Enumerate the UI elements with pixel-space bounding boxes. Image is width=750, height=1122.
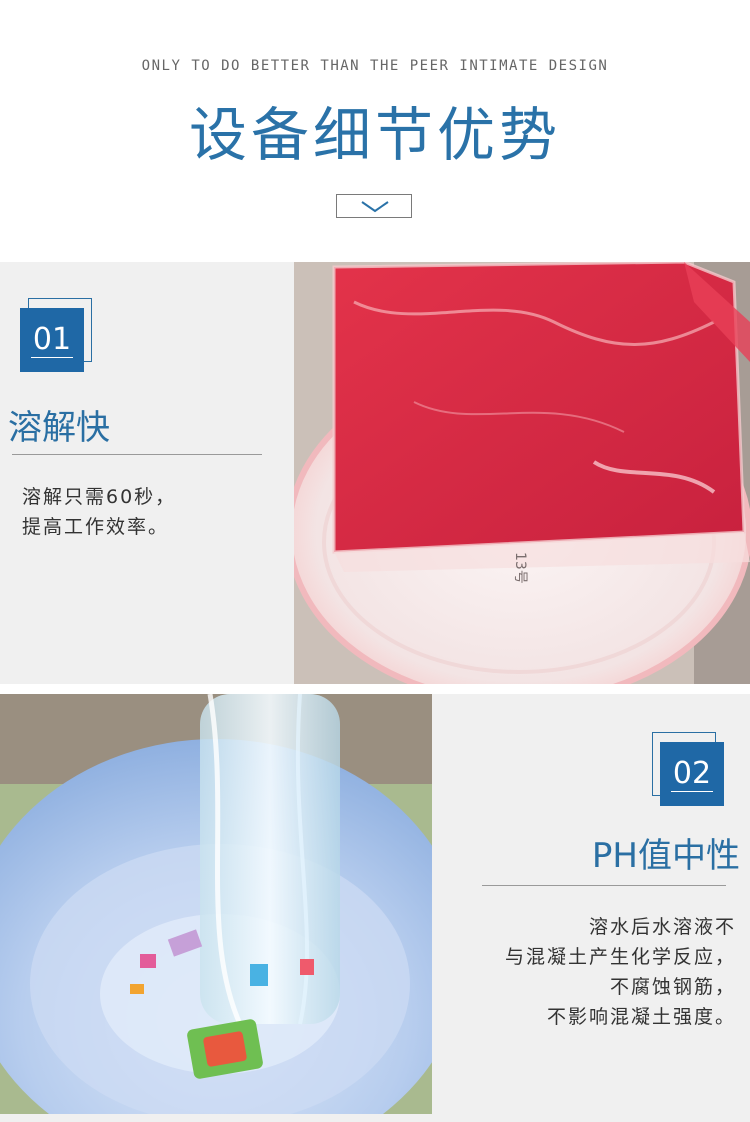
page-title: 设备细节优势 (188, 101, 561, 169)
feature-number: 02 (670, 756, 714, 792)
scroll-down-button[interactable] (336, 194, 412, 218)
feature-section-1: 01 溶解快 溶解只需60秒， 提高工作效率。 13号 (0, 262, 750, 684)
feature-number-badge: 01 (20, 298, 92, 372)
feature-number: 01 (30, 322, 74, 358)
header: ONLY TO DO BETTER THAN THE PEER INTIMATE… (0, 0, 750, 262)
bag-label: 13号 (512, 552, 528, 584)
desc-line: 溶解只需60秒， (22, 486, 177, 508)
divider (12, 454, 262, 455)
desc-line: 溶水后水溶液不 (588, 916, 736, 938)
feature-title: PH值中性 (591, 836, 740, 876)
product-photo-red-gel-bag: 13号 (294, 262, 750, 684)
divider (482, 885, 726, 886)
section-gap (0, 684, 750, 694)
desc-line: 不影响混凝土强度。 (546, 1006, 736, 1028)
feature-title: 溶解快 (8, 408, 110, 448)
desc-line: 不腐蚀钢筋， (609, 976, 736, 998)
desc-line: 与混凝土产生化学反应， (504, 946, 736, 968)
chevron-down-icon (361, 201, 389, 213)
product-photo-gel-pour (0, 694, 432, 1114)
feature-section-2: 02 PH值中性 溶水后水溶液不 与混凝土产生化学反应， 不腐蚀钢筋， 不影响混… (0, 694, 750, 1122)
feature-description: 溶水后水溶液不 与混凝土产生化学反应， 不腐蚀钢筋， 不影响混凝土强度。 (440, 912, 736, 1032)
tagline: ONLY TO DO BETTER THAN THE PEER INTIMATE… (141, 58, 609, 74)
feature-number-badge: 02 (652, 732, 724, 806)
desc-line: 提高工作效率。 (22, 516, 170, 538)
feature-description: 溶解只需60秒， 提高工作效率。 (22, 482, 176, 542)
